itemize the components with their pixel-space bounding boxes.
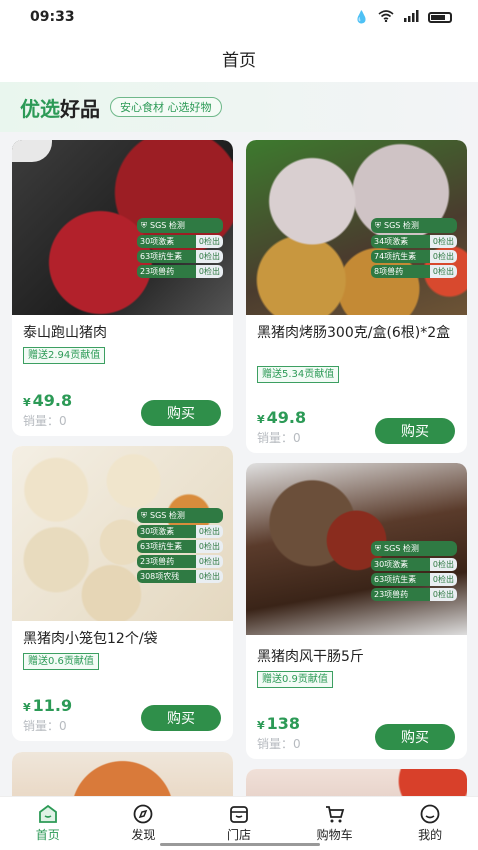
sales-count: 销量：0 <box>23 719 67 733</box>
buy-button[interactable]: 购买 <box>375 418 455 444</box>
tab-profile[interactable]: 我的 <box>400 804 460 843</box>
tab-label: 我的 <box>418 828 443 842</box>
product-image: ⛨ SGS 检测 30项激素 0检出 63项抗生素 0检出 23项兽药 0检出 308项… <box>12 446 233 621</box>
banner-tag: 安心食材 心选好物 <box>110 97 222 117</box>
product-price: ¥49.8 <box>23 391 73 410</box>
tab-label: 发现 <box>131 828 156 842</box>
status-bar: 09:33 💧 <box>0 0 478 34</box>
product-name: 泰山跑山猪肉 <box>23 325 107 341</box>
store-icon <box>230 806 248 823</box>
tab-discover[interactable]: 发现 <box>113 804 173 843</box>
status-icons: 💧 <box>354 9 452 25</box>
product-image: ⛨ SGS 检测 30项激素 0检出 63项抗生素 0检出 23项兽药 0检出 <box>12 140 233 315</box>
cart-icon <box>325 806 344 823</box>
shield-icon: ⛨ <box>375 220 381 230</box>
gift-badge: 赠送0.6贡献值 <box>23 653 99 670</box>
tab-home[interactable]: 首页 <box>18 804 78 843</box>
compass-icon <box>133 804 153 824</box>
product-card[interactable]: ⛨ SGS 检测 30项激素 0检出 63项抗生素 0检出 23项兽药 0检出 泰山跑山… <box>12 140 233 436</box>
product-price: ¥49.8 <box>257 408 307 427</box>
tab-label: 首页 <box>35 828 60 842</box>
product-card[interactable]: ⛨ SGS 检测 30项激素 0检出 63项抗生素 0检出 23项兽药 0检出 308项… <box>12 446 233 741</box>
status-time: 09:33 <box>30 9 75 25</box>
product-card[interactable]: ⛨ SGS 检测 30项激素 0检出 63项抗生素 0检出 23项兽药 0检出 黑猪肉风… <box>246 463 467 759</box>
page-title: 首页 <box>222 50 256 71</box>
drop-icon: 💧 <box>354 10 369 24</box>
sgs-badge: ⛨ SGS 检测 34项激素 0检出 74项抗生素 0检出 8项兽药 0检出 <box>371 218 457 280</box>
bottom-tab-bar: 首页 发现 门店 购物车 我的 <box>0 796 478 850</box>
sgs-badge: ⛨ SGS 检测 30项激素 0检出 63项抗生素 0检出 23项兽药 0检出 <box>371 541 457 603</box>
battery-icon <box>428 11 452 23</box>
product-price: ¥11.9 <box>23 696 73 715</box>
tab-label: 门店 <box>226 828 251 842</box>
banner-title-highlight: 优选 <box>20 96 60 121</box>
product-name: 黑猪肉风干肠5斤 <box>257 649 364 665</box>
top-bar: 首页 <box>0 34 478 82</box>
banner-title: 好品 <box>60 96 100 121</box>
product-name: 黑猪肉烤肠300克/盒(6根)*2盒 <box>257 325 451 341</box>
buy-button[interactable]: 购买 <box>141 400 221 426</box>
sales-count: 销量：0 <box>257 737 301 751</box>
product-image: ⛨ SGS 检测 34项激素 0检出 74项抗生素 0检出 8项兽药 0检出 <box>246 140 467 315</box>
profile-icon <box>420 804 440 824</box>
product-name: 黑猪肉小笼包12个/袋 <box>23 631 158 647</box>
product-card[interactable]: ⛨ SGS 检测 34项激素 0检出 74项抗生素 0检出 8项兽药 0检出 黑猪肉烤肠… <box>246 140 467 453</box>
gift-badge: 赠送0.9贡献值 <box>257 671 333 688</box>
tab-cart[interactable]: 购物车 <box>305 804 365 843</box>
home-indicator <box>160 843 320 846</box>
signal-icon <box>403 9 419 25</box>
tab-label: 购物车 <box>316 828 353 842</box>
wifi-icon <box>378 9 394 25</box>
gift-badge: 赠送2.94贡献值 <box>23 347 106 364</box>
section-banner: 优选 好品 安心食材 心选好物 <box>0 82 478 132</box>
gift-badge: 赠送5.34贡献值 <box>257 366 340 383</box>
buy-button[interactable]: 购买 <box>375 724 455 750</box>
shield-icon: ⛨ <box>141 510 147 520</box>
sales-count: 销量：0 <box>257 431 301 445</box>
buy-button[interactable]: 购买 <box>141 705 221 731</box>
product-price: ¥138 <box>257 714 301 733</box>
shield-icon: ⛨ <box>141 220 147 230</box>
product-image: ⛨ SGS 检测 30项激素 0检出 63项抗生素 0检出 23项兽药 0检出 <box>246 463 467 635</box>
sgs-badge: ⛨ SGS 检测 30项激素 0检出 63项抗生素 0检出 23项兽药 0检出 <box>137 218 223 280</box>
sgs-badge: ⛨ SGS 检测 30项激素 0检出 63项抗生素 0检出 23项兽药 0检出 308项… <box>137 508 223 585</box>
tab-store[interactable]: 门店 <box>209 804 269 843</box>
sales-count: 销量：0 <box>23 414 67 428</box>
shield-icon: ⛨ <box>375 543 381 553</box>
home-icon <box>38 804 57 823</box>
